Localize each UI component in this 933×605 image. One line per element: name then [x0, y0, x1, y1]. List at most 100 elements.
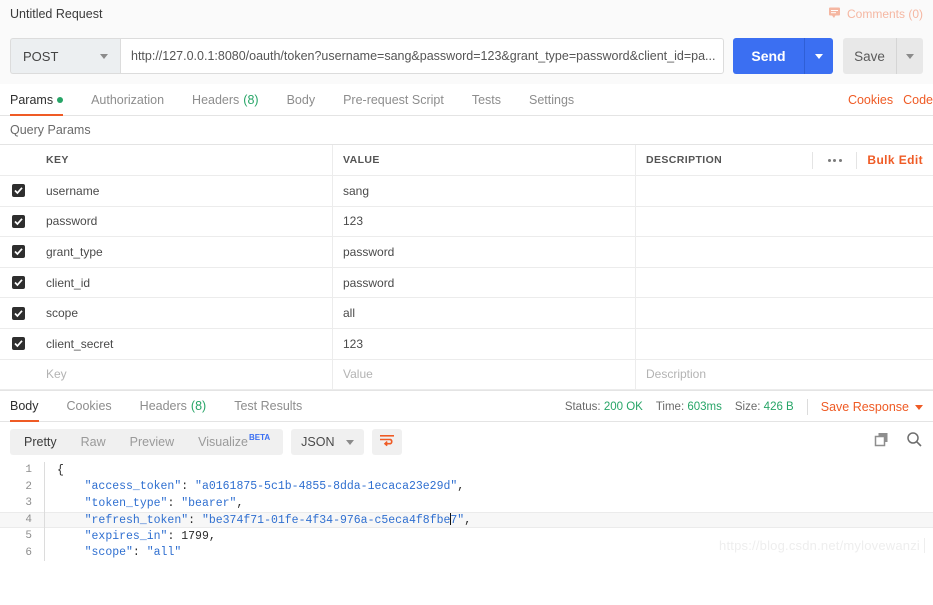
tab-params[interactable]: Params — [10, 84, 77, 116]
format-tab-pretty[interactable]: Pretty — [12, 429, 69, 455]
response-tab-headers[interactable]: Headers (8) — [126, 391, 221, 421]
tab-tests[interactable]: Tests — [458, 84, 515, 115]
row-key[interactable]: username — [36, 176, 333, 206]
bulk-edit-button[interactable]: Bulk Edit — [856, 151, 933, 169]
table-row-empty[interactable]: Key Value Description — [0, 359, 933, 391]
row-checkbox-empty[interactable] — [0, 360, 36, 390]
response-tab-test-results-label: Test Results — [234, 399, 303, 414]
response-meta: Status: 200 OK Time: 603ms Size: 426 B S… — [565, 391, 923, 423]
row-checkbox[interactable] — [0, 298, 36, 328]
format-tab-preview[interactable]: Preview — [118, 429, 186, 455]
text-caret — [449, 512, 451, 525]
code-link[interactable]: Code — [903, 93, 933, 107]
cookies-link[interactable]: Cookies — [848, 93, 893, 107]
save-options-button[interactable] — [897, 38, 923, 74]
row-key[interactable]: password — [36, 206, 333, 237]
tab-body[interactable]: Body — [273, 84, 330, 115]
tab-authorization-label: Authorization — [91, 92, 165, 107]
line-number: 5 — [25, 530, 32, 543]
response-tab-body[interactable]: Body — [10, 391, 53, 423]
response-tab-headers-label: Headers — [139, 399, 187, 414]
params-active-dot-icon — [57, 96, 64, 103]
line-text: "access_token": "a0161875-5c1b-4855-8dda… — [84, 480, 465, 494]
status-group: Status: 200 OK — [565, 401, 643, 413]
response-tabs: Body Cookies Headers (8) Test Results St… — [0, 390, 933, 423]
chevron-down-icon — [915, 404, 923, 410]
checkbox-checked-icon — [11, 306, 25, 320]
row-value[interactable]: 123 — [333, 328, 636, 359]
tab-pre-request-script[interactable]: Pre-request Script — [329, 84, 458, 115]
table-row[interactable]: username sang — [0, 176, 933, 207]
tab-headers[interactable]: Headers (8) — [178, 84, 273, 115]
response-body-viewer[interactable]: 1 { 2 "access_token": "a0161875-5c1b-485… — [0, 462, 933, 562]
row-description[interactable] — [636, 268, 933, 298]
line-number: 6 — [25, 546, 32, 559]
checkbox-checked-icon — [11, 184, 25, 198]
format-tab-raw[interactable]: Raw — [69, 429, 118, 455]
meta-divider — [806, 399, 808, 416]
row-description[interactable] — [636, 176, 933, 206]
checkbox-checked-icon — [11, 276, 25, 290]
tab-settings[interactable]: Settings — [515, 84, 588, 115]
row-checkbox[interactable] — [0, 176, 36, 206]
row-description[interactable] — [636, 298, 933, 328]
search-icon[interactable] — [906, 431, 923, 453]
table-row[interactable]: password 123 — [0, 206, 933, 238]
copy-icon[interactable] — [873, 431, 890, 453]
new-key-input[interactable]: Key — [36, 359, 333, 390]
new-value-input[interactable]: Value — [333, 359, 636, 390]
send-options-button[interactable] — [805, 38, 833, 74]
row-value[interactable]: all — [333, 298, 636, 328]
row-description[interactable] — [636, 237, 933, 267]
send-button[interactable]: Send — [733, 38, 805, 74]
comment-bubble-icon — [828, 6, 841, 22]
table-row[interactable]: scope all — [0, 298, 933, 329]
row-checkbox[interactable] — [0, 268, 36, 298]
row-description[interactable] — [636, 207, 933, 237]
response-tab-test-results[interactable]: Test Results — [220, 391, 316, 421]
row-value[interactable]: password — [333, 267, 636, 298]
table-header-row: KEY VALUE DESCRIPTION Bulk Edit — [0, 145, 933, 176]
time-value: 603ms — [687, 401, 722, 414]
save-response-button[interactable]: Save Response — [821, 400, 923, 414]
line-text: { — [57, 463, 64, 477]
code-line: 3 "token_type": "bearer", — [0, 495, 933, 512]
size-group: Size: 426 B — [735, 401, 794, 413]
save-button-group: Save — [843, 38, 923, 74]
code-line: 2 "access_token": "a0161875-5c1b-4855-8d… — [0, 478, 933, 496]
http-method-select[interactable]: POST — [10, 38, 120, 74]
tab-headers-label: Headers — [192, 92, 240, 107]
row-value[interactable]: password — [333, 237, 636, 267]
row-key[interactable]: client_id — [36, 267, 333, 298]
response-language-select[interactable]: JSON — [291, 429, 365, 456]
checkbox-checked-icon — [11, 214, 25, 228]
request-tabs-links: Cookies Code — [848, 84, 933, 116]
response-tab-cookies[interactable]: Cookies — [53, 391, 126, 421]
line-number: 2 — [25, 480, 32, 493]
response-format-toolbar: Pretty Raw Preview Visualize BETA JSON — [0, 422, 933, 463]
row-key[interactable]: scope — [36, 298, 333, 328]
code-line: 1 { — [0, 462, 933, 479]
save-button[interactable]: Save — [843, 38, 897, 74]
row-checkbox[interactable] — [0, 207, 36, 237]
format-tab-visualize[interactable]: Visualize BETA — [186, 429, 281, 455]
more-options-icon[interactable] — [812, 151, 856, 169]
url-input[interactable]: http://127.0.0.1:8080/oauth/token?userna… — [120, 38, 724, 74]
row-checkbox[interactable] — [0, 329, 36, 359]
table-row[interactable]: client_secret 123 — [0, 328, 933, 360]
comments-button[interactable]: Comments (0) — [828, 0, 923, 28]
tab-tests-label: Tests — [471, 92, 501, 107]
row-description[interactable] — [636, 329, 933, 359]
row-value[interactable]: sang — [333, 176, 636, 206]
checkbox-checked-icon — [11, 245, 25, 259]
wrap-lines-button[interactable] — [372, 429, 403, 456]
row-key[interactable]: grant_type — [36, 237, 333, 267]
row-value[interactable]: 123 — [333, 206, 636, 237]
row-key[interactable]: client_secret — [36, 328, 333, 359]
table-header-tools: Bulk Edit — [812, 145, 933, 175]
table-row[interactable]: grant_type password — [0, 237, 933, 268]
row-checkbox[interactable] — [0, 237, 36, 267]
new-description-input[interactable]: Description — [636, 360, 933, 390]
tab-authorization[interactable]: Authorization — [77, 84, 178, 115]
table-row[interactable]: client_id password — [0, 267, 933, 299]
